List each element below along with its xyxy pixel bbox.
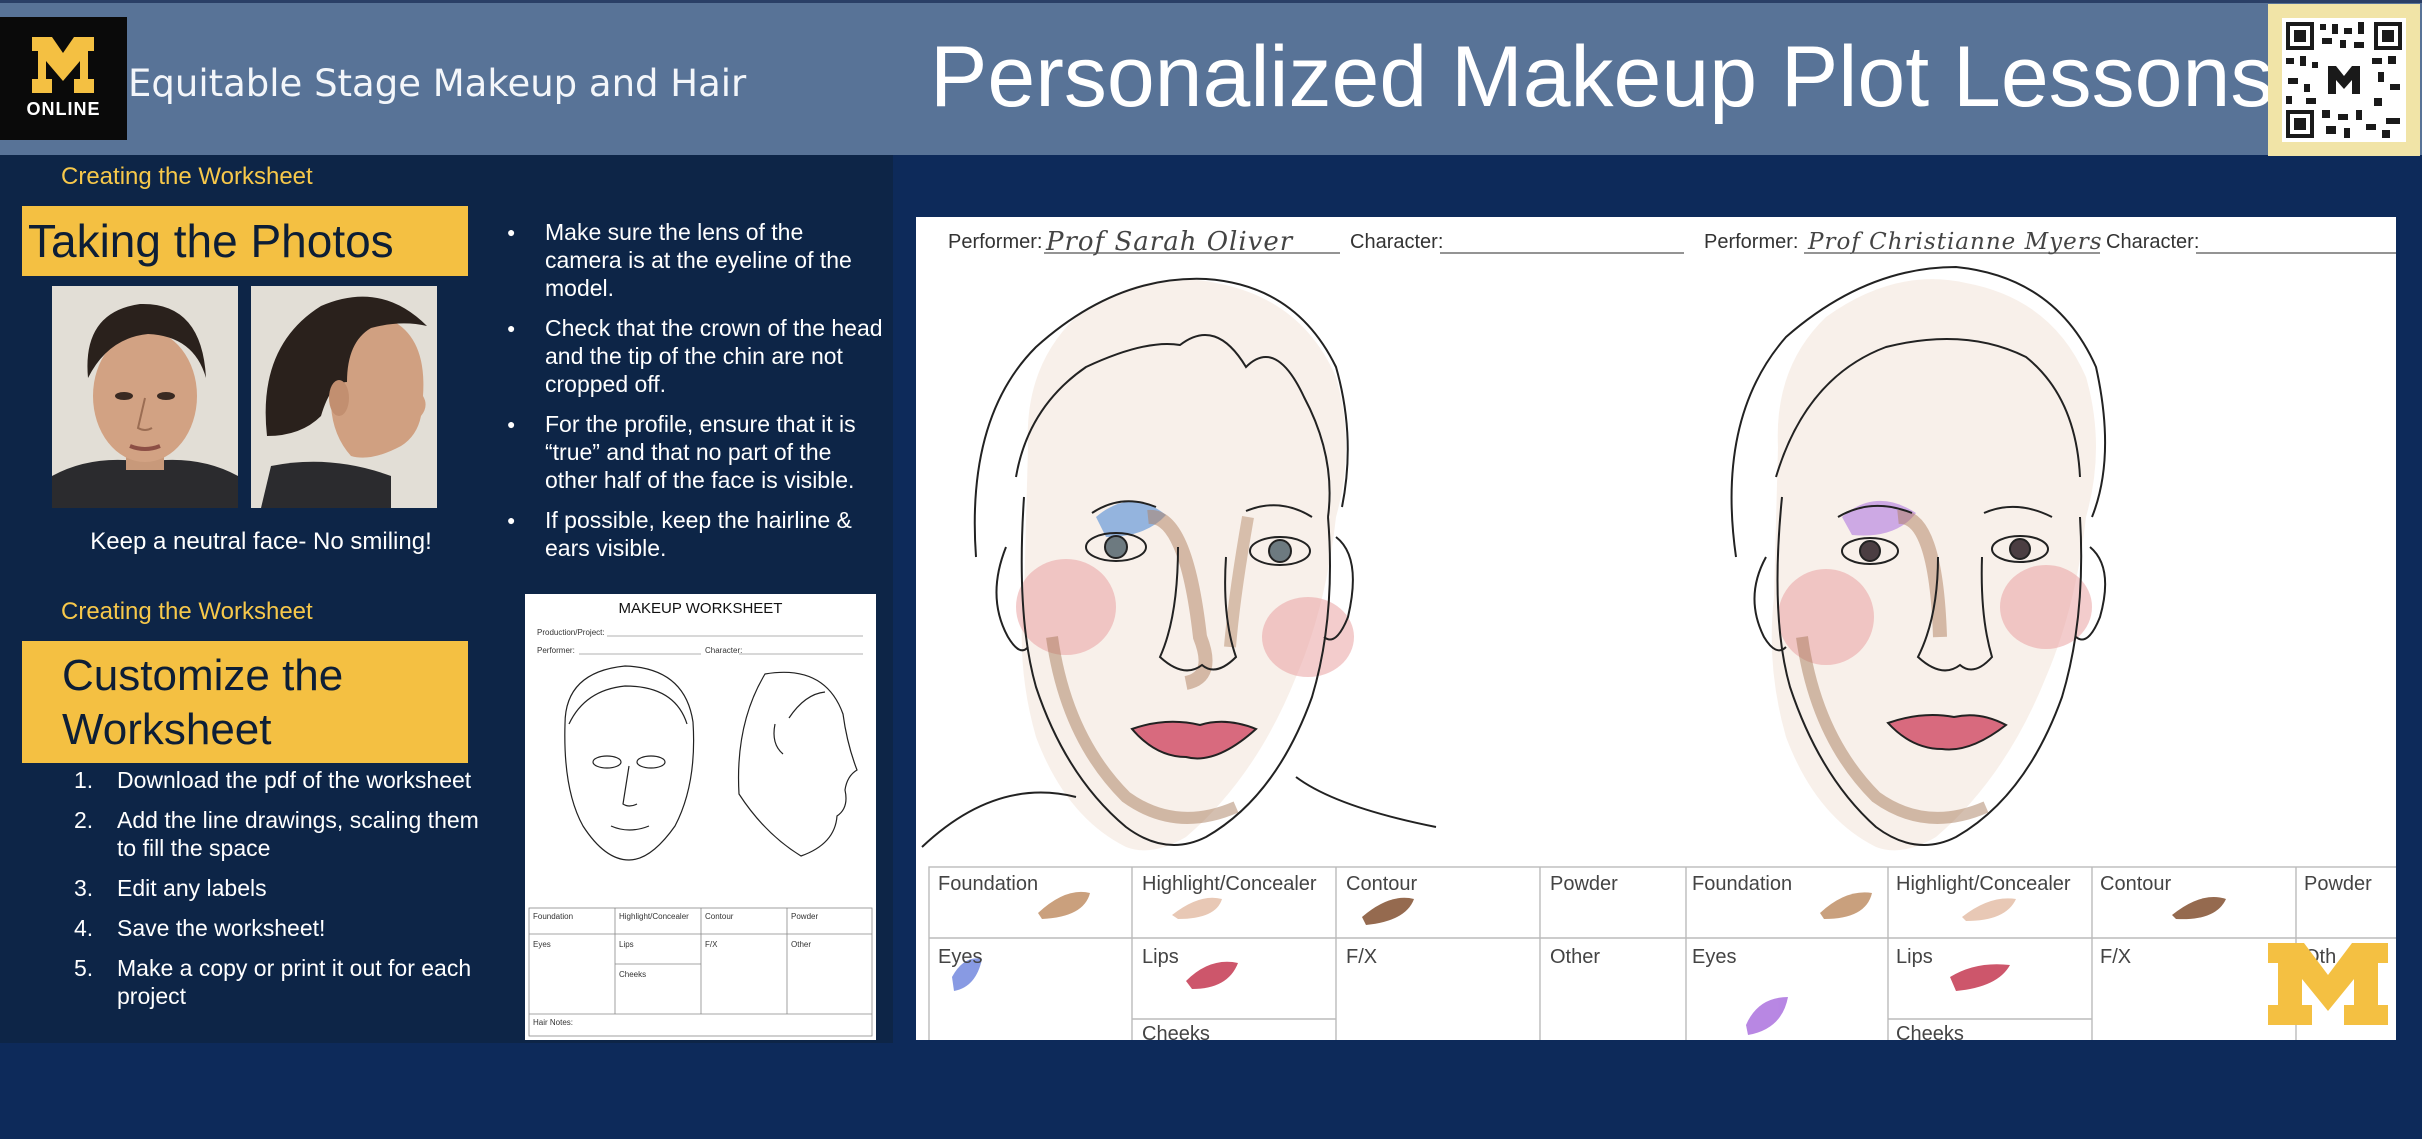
plot-cell-eyes-1: Eyes xyxy=(938,946,983,968)
plot-cell-powder-1: Powder xyxy=(1550,873,1618,895)
step-item: 5. Make a copy or print it out for each p… xyxy=(74,955,472,1009)
plot-cell-contour-1: Contour xyxy=(1346,873,1418,895)
step-item: 1. Download the pdf of the worksheet xyxy=(74,767,472,793)
plot-cell-foundation-1: Foundation xyxy=(938,873,1039,895)
worksheet-cell-cheeks: Cheeks xyxy=(619,970,647,979)
step-item: 3. Edit any labels xyxy=(74,875,267,901)
worksheet-cell-powder: Powder xyxy=(791,912,819,921)
section1-heading: Taking the Photos xyxy=(22,206,468,276)
plot-cell-lips-2: Lips xyxy=(1896,946,1933,968)
tip-item: For the profile, ensure that it is “true… xyxy=(505,410,885,494)
worksheet-cell-highlight: Highlight/Concealer xyxy=(619,912,689,921)
worksheet-cell-eyes: Eyes xyxy=(533,940,551,949)
block-m-icon xyxy=(32,37,94,93)
plot-cell-eyes-2: Eyes xyxy=(1692,946,1737,968)
qr-code xyxy=(2268,4,2420,156)
tip-item: If possible, keep the hairline & ears vi… xyxy=(505,506,885,562)
plot-cell-powder-2: Powder xyxy=(2304,873,2372,895)
worksheet-cell-lips: Lips xyxy=(619,940,634,949)
plot-cell-other-1: Other xyxy=(1550,946,1601,968)
plot-cell-foundation-2: Foundation xyxy=(1692,873,1793,895)
worksheet-drawing xyxy=(528,635,873,1037)
worksheet-thumbnail: MAKEUP WORKSHEET Production/Project: Per… xyxy=(525,594,876,1040)
page-title: Personalized Makeup Plot Lessons xyxy=(930,29,2274,125)
worksheet-cell-fx: F/X xyxy=(705,940,718,949)
photo-caption: Keep a neutral face- No smiling! xyxy=(90,528,432,555)
photo-tips-list: Make sure the lens of the camera is at t… xyxy=(505,218,885,574)
plot-cell-highlight-2: Highlight/Concealer xyxy=(1896,873,2071,895)
section1-kicker: Creating the Worksheet xyxy=(61,163,313,190)
section2-heading: Customize the Worksheet xyxy=(22,641,468,763)
steps-list: 1. Download the pdf of the worksheet 2. Ad… xyxy=(60,766,490,1022)
logo-online-text: ONLINE xyxy=(26,99,101,119)
step-item: 2. Add the line drawings, scaling them to… xyxy=(74,807,479,861)
plot-cell-fx-2: F/X xyxy=(2100,946,2132,968)
worksheet-cell-contour: Contour xyxy=(705,912,734,921)
plot-cell-highlight-1: Highlight/Concealer xyxy=(1142,873,1317,895)
section2-kicker: Creating the Worksheet xyxy=(61,598,313,625)
tip-item: Make sure the lens of the camera is at t… xyxy=(505,218,885,302)
makeup-plot-sheet: Performer: Prof Sarah Oliver Character: … xyxy=(916,217,2396,1040)
university-logo: ONLINE xyxy=(0,17,127,140)
tip-item: Check that the crown of the head and the… xyxy=(505,314,885,398)
front-photo xyxy=(52,286,238,508)
plot-cell-fx-1: F/X xyxy=(1346,946,1378,968)
worksheet-hair-notes: Hair Notes: xyxy=(533,1018,574,1027)
qr-code-icon xyxy=(2282,18,2406,142)
worksheet-cell-other: Other xyxy=(791,940,812,949)
plot-cell-lips-1: Lips xyxy=(1142,946,1179,968)
worksheet-cell-foundation: Foundation xyxy=(533,912,574,921)
block-m-watermark-icon xyxy=(2268,943,2388,1025)
course-title: Equitable Stage Makeup and Hair xyxy=(128,62,747,105)
profile-photo xyxy=(251,286,437,508)
plot-cell-cheeks-1: Cheeks xyxy=(1142,1023,1210,1040)
plot-cell-cheeks-2: Cheeks xyxy=(1896,1023,1964,1040)
step-item: 4. Save the worksheet! xyxy=(74,915,326,941)
plot-cell-contour-2: Contour xyxy=(2100,873,2172,895)
face-drawings xyxy=(921,252,2396,1040)
